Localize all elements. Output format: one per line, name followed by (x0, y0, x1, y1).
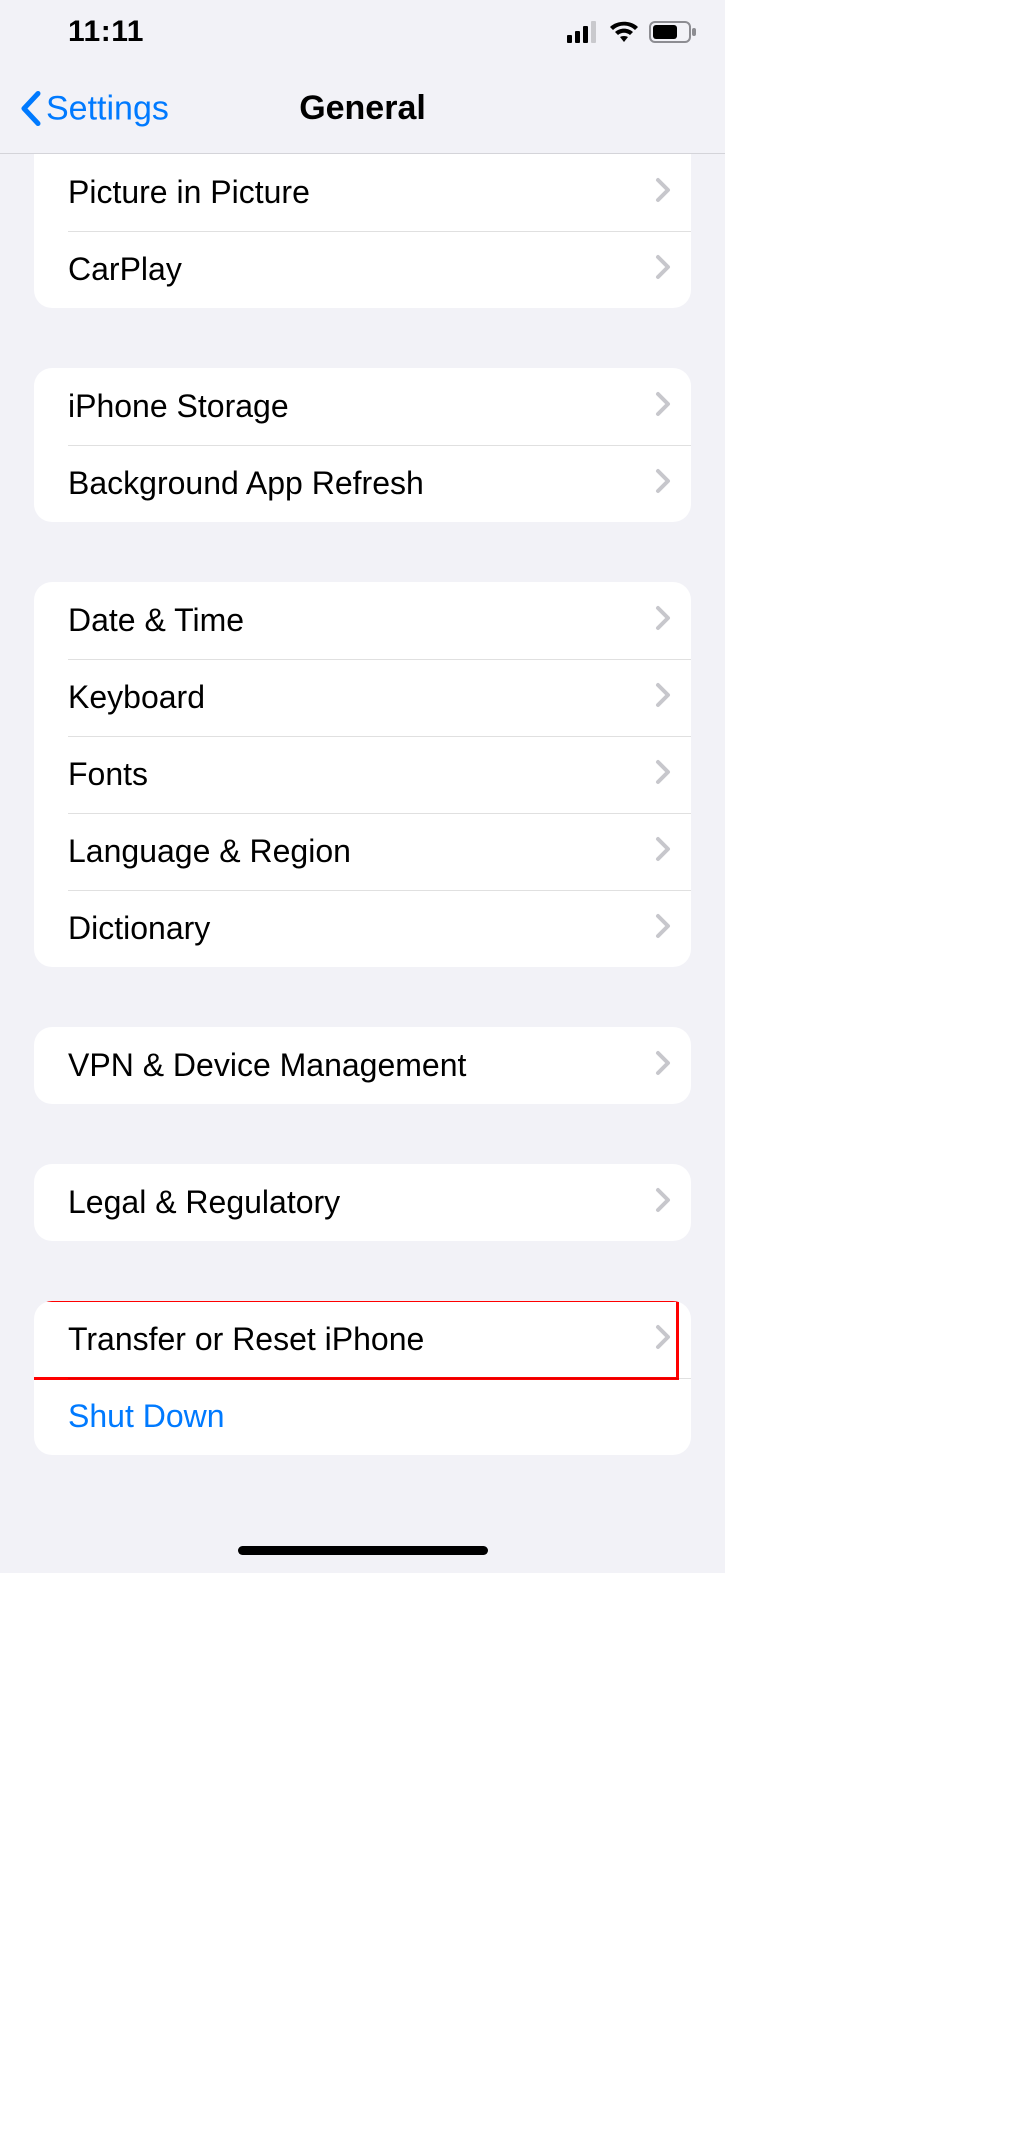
row-label: Language & Region (68, 833, 655, 870)
battery-icon (649, 21, 697, 43)
chevron-right-icon (655, 177, 671, 208)
settings-group: iPhone Storage Background App Refresh (34, 368, 691, 522)
settings-row-legal[interactable]: Legal & Regulatory (34, 1164, 691, 1241)
chevron-right-icon (655, 468, 671, 499)
home-indicator[interactable] (238, 1546, 488, 1555)
row-label: Legal & Regulatory (68, 1184, 655, 1221)
settings-row-langreg[interactable]: Language & Region (34, 813, 691, 890)
wifi-icon (609, 21, 639, 43)
row-label: Date & Time (68, 602, 655, 639)
status-time: 11:11 (68, 15, 144, 49)
settings-row-datetime[interactable]: Date & Time (34, 582, 691, 659)
row-label: VPN & Device Management (68, 1047, 655, 1084)
chevron-right-icon (655, 682, 671, 713)
settings-row-keyboard[interactable]: Keyboard (34, 659, 691, 736)
row-label: Picture in Picture (68, 174, 655, 211)
settings-group: Legal & Regulatory (34, 1164, 691, 1241)
settings-group: VPN & Device Management (34, 1027, 691, 1104)
status-bar: 11:11 (0, 0, 725, 64)
settings-row-bgrefresh[interactable]: Background App Refresh (34, 445, 691, 522)
row-label: Dictionary (68, 910, 655, 947)
row-label: Shut Down (68, 1398, 671, 1435)
row-label: Transfer or Reset iPhone (68, 1321, 655, 1358)
back-label: Settings (46, 89, 169, 128)
settings-row-vpn[interactable]: VPN & Device Management (34, 1027, 691, 1104)
settings-row-transfer[interactable]: Transfer or Reset iPhone (34, 1301, 691, 1378)
back-button[interactable]: Settings (18, 89, 169, 128)
settings-group: Date & Time Keyboard Fonts Language & Regio… (34, 582, 691, 967)
chevron-left-icon (18, 90, 42, 128)
settings-group: Transfer or Reset iPhone Shut Down (34, 1301, 691, 1455)
settings-row-shutdown[interactable]: Shut Down (34, 1378, 691, 1455)
chevron-right-icon (655, 254, 671, 285)
settings-row-pip[interactable]: Picture in Picture (34, 154, 691, 231)
settings-group: Picture in Picture CarPlay (34, 154, 691, 308)
cellular-icon (567, 21, 599, 43)
chevron-right-icon (655, 836, 671, 867)
nav-bar: Settings General (0, 64, 725, 154)
settings-row-storage[interactable]: iPhone Storage (34, 368, 691, 445)
row-label: iPhone Storage (68, 388, 655, 425)
status-indicators (567, 21, 697, 43)
row-label: Background App Refresh (68, 465, 655, 502)
row-label: Keyboard (68, 679, 655, 716)
settings-row-carplay[interactable]: CarPlay (34, 231, 691, 308)
chevron-right-icon (655, 1324, 671, 1355)
chevron-right-icon (655, 913, 671, 944)
settings-content: Picture in Picture CarPlay iPhone Storage B… (0, 154, 725, 1515)
chevron-right-icon (655, 1050, 671, 1081)
phone-screen: 11:11 (0, 0, 725, 1573)
chevron-right-icon (655, 759, 671, 790)
settings-row-dict[interactable]: Dictionary (34, 890, 691, 967)
row-label: CarPlay (68, 251, 655, 288)
row-label: Fonts (68, 756, 655, 793)
settings-row-fonts[interactable]: Fonts (34, 736, 691, 813)
chevron-right-icon (655, 1187, 671, 1218)
chevron-right-icon (655, 391, 671, 422)
chevron-right-icon (655, 605, 671, 636)
